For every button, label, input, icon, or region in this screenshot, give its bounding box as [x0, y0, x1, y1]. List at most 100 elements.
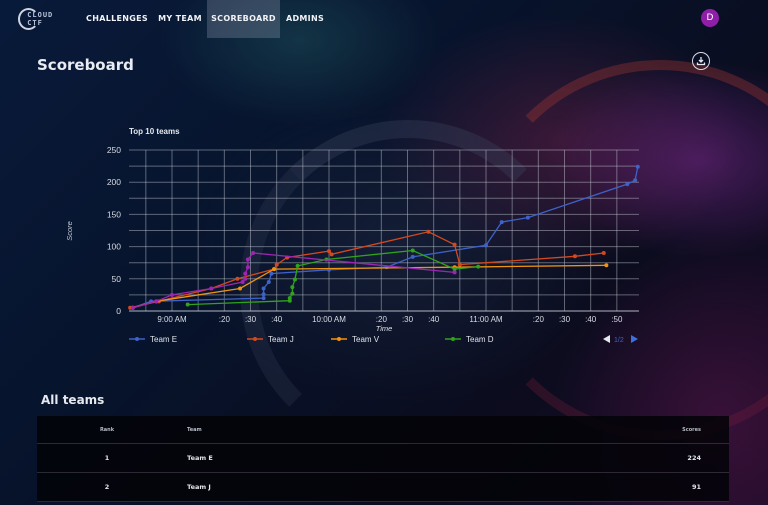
legend-item-label[interactable]: Team V — [352, 335, 380, 344]
data-point — [295, 263, 300, 268]
data-point — [261, 292, 266, 297]
data-point — [292, 277, 297, 282]
data-point — [484, 243, 488, 248]
data-point — [499, 220, 504, 225]
legend-item-label[interactable]: Team J — [268, 335, 294, 344]
x-tick-label: :30 — [245, 315, 257, 324]
data-point — [604, 263, 609, 268]
y-tick-label: 100 — [107, 242, 121, 252]
legend-item-label[interactable]: Team E — [150, 335, 177, 344]
data-point — [238, 286, 243, 291]
data-point — [476, 264, 481, 269]
y-tick-label: 150 — [107, 209, 121, 219]
data-point — [269, 271, 274, 276]
data-point — [235, 276, 240, 281]
data-point — [410, 254, 415, 259]
data-point — [245, 265, 250, 270]
data-point — [290, 285, 295, 290]
data-point — [243, 271, 248, 276]
scoreboard-chart: Top 10 teams 0 50 100 150 200 250 9:00 AM :20:… — [0, 0, 768, 370]
x-axis-ticks: 9:00 AM :20 :30 :40 10:00 AM :20 :30 :40 11:00 A… — [157, 315, 623, 324]
data-point — [290, 291, 295, 296]
legend-next-icon[interactable] — [631, 335, 638, 343]
data-point — [209, 286, 214, 291]
x-tick-label: :20 — [533, 315, 545, 324]
rank-cell: 2 — [104, 483, 110, 491]
y-tick-label: 50 — [112, 274, 122, 284]
legend-pager: 1/2 — [603, 335, 638, 344]
data-point — [635, 164, 640, 169]
x-tick-label: :20 — [376, 315, 388, 324]
table-header-row: Rank Team Scores — [37, 416, 729, 444]
chart-grid — [129, 149, 639, 312]
y-axis-ticks: 0 50 100 150 200 250 — [107, 145, 121, 316]
legend-prev-icon[interactable] — [603, 335, 610, 343]
data-point — [130, 305, 135, 310]
column-header-rank[interactable]: Rank — [97, 416, 117, 444]
series-line — [132, 166, 639, 309]
chart-legend: Team E Team J Team V Team D — [129, 335, 494, 344]
data-point — [261, 286, 266, 291]
data-point — [272, 267, 277, 272]
series-line — [129, 231, 604, 309]
x-axis-label: Time — [376, 324, 393, 333]
data-point — [154, 299, 159, 304]
data-point — [601, 251, 606, 256]
legend-marker-dot — [451, 337, 455, 341]
all-teams-title: All teams — [41, 393, 105, 407]
y-tick-label: 250 — [107, 145, 121, 155]
series-line — [132, 264, 607, 309]
data-point — [261, 296, 266, 301]
data-point — [170, 292, 174, 297]
x-tick-label: 9:00 AM — [157, 315, 187, 324]
all-teams-table: Rank Team Scores 1 Team E 224 2 Team J 9… — [37, 416, 729, 502]
data-point — [452, 270, 457, 275]
x-tick-label: 11:00 AM — [469, 315, 503, 324]
data-point — [525, 215, 530, 220]
data-point — [251, 251, 256, 256]
legend-marker-dot — [337, 337, 341, 341]
chart-title: Top 10 teams — [129, 127, 180, 136]
data-point — [287, 296, 292, 301]
score-cell: 91 — [691, 483, 701, 491]
team-name-link[interactable]: Team E — [187, 444, 213, 472]
y-tick-label: 200 — [107, 177, 121, 187]
table-row[interactable]: 2 Team J 91 — [37, 473, 729, 502]
series-line — [187, 249, 479, 306]
data-point — [410, 248, 415, 253]
x-tick-label: :40 — [271, 315, 283, 324]
x-tick-label: 10:00 AM — [312, 315, 346, 324]
x-tick-label: :30 — [402, 315, 414, 324]
y-axis-label: Score — [65, 221, 74, 241]
table-row[interactable]: 1 Team E 224 — [37, 444, 729, 473]
data-point — [452, 242, 457, 247]
legend-page-indicator: 1/2 — [614, 337, 624, 344]
data-point — [457, 262, 462, 267]
data-point — [426, 229, 431, 234]
x-tick-label: :20 — [219, 315, 231, 324]
data-point — [266, 280, 271, 285]
data-point — [245, 257, 250, 262]
x-tick-label: :40 — [428, 315, 440, 324]
x-tick-label: :40 — [585, 315, 597, 324]
data-point — [327, 249, 331, 254]
column-header-scores[interactable]: Scores — [682, 416, 701, 444]
legend-marker-dot — [135, 337, 139, 341]
data-point — [274, 262, 279, 267]
column-header-team[interactable]: Team — [187, 416, 202, 444]
data-point — [243, 276, 248, 281]
y-tick-label: 0 — [116, 306, 121, 316]
chart-svg: Top 10 teams 0 50 100 150 200 250 9:00 AM :20:… — [65, 127, 640, 344]
data-point — [625, 182, 630, 187]
score-cell: 224 — [687, 454, 701, 462]
data-point — [633, 178, 638, 183]
data-point — [329, 252, 334, 257]
rank-cell: 1 — [104, 454, 110, 462]
legend-item-label[interactable]: Team D — [466, 335, 494, 344]
team-name-link[interactable]: Team J — [187, 473, 211, 501]
chart-series — [128, 164, 640, 310]
x-tick-label: :50 — [611, 315, 623, 324]
legend-marker-dot — [253, 337, 257, 341]
data-point — [240, 280, 245, 285]
data-point — [572, 254, 577, 259]
